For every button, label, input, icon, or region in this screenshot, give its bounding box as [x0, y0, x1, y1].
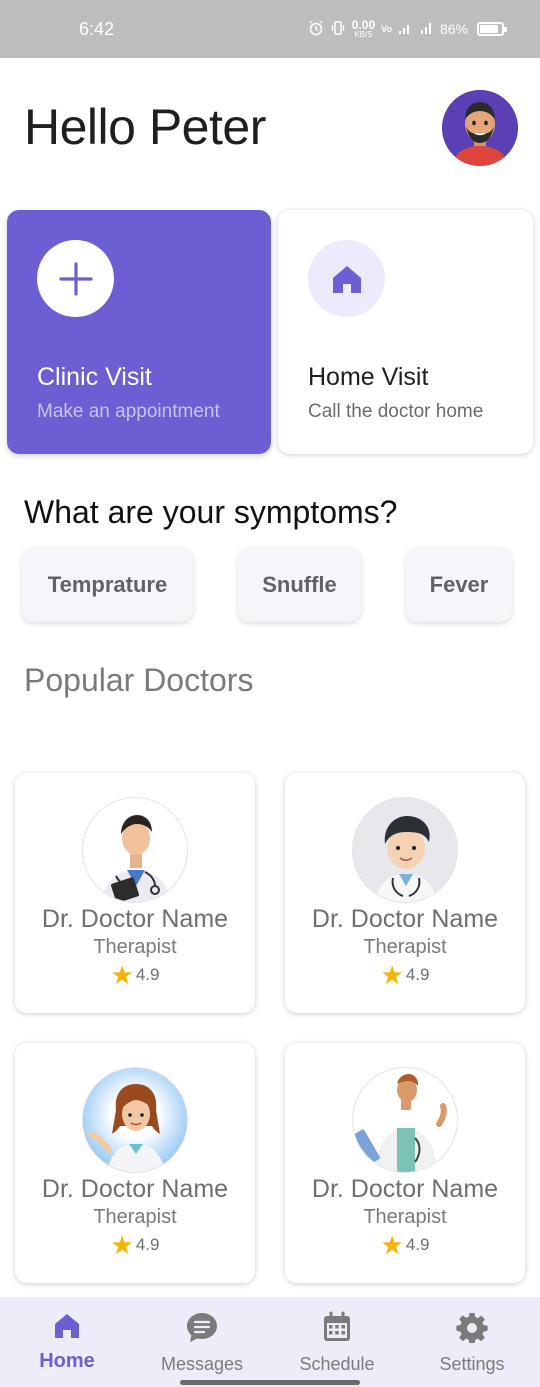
- home-visit-card[interactable]: Home Visit Call the doctor home: [278, 210, 533, 454]
- doctor-rating-value: 4.9: [405, 965, 430, 984]
- doctor-specialty: Therapist: [363, 1206, 447, 1228]
- status-bar: 6:42 0.00 KB/S Vo 86%: [0, 0, 540, 58]
- lte-signal-icon: [418, 21, 434, 37]
- nav-label-home: Home: [39, 1350, 95, 1372]
- battery-icon: [477, 22, 507, 36]
- nav-item-home[interactable]: Home: [12, 1311, 122, 1373]
- nav-item-messages[interactable]: Messages: [147, 1311, 257, 1375]
- doctor-card[interactable]: Dr. Doctor Name Therapist ★ 4.9: [15, 773, 255, 1013]
- calendar-icon: [322, 1311, 352, 1348]
- doctor-rating: ★ 4.9: [15, 1232, 255, 1258]
- gear-icon: [456, 1311, 488, 1348]
- avatar[interactable]: [442, 90, 518, 166]
- doctor-name: Dr. Doctor Name: [311, 905, 499, 933]
- clinic-visit-subtitle: Make an appointment: [37, 401, 220, 422]
- doctor-specialty: Therapist: [363, 936, 447, 958]
- star-icon: ★: [380, 960, 404, 990]
- status-icons: 0.00 KB/S Vo 86%: [308, 19, 507, 39]
- plus-icon: [37, 240, 114, 317]
- doctor-rating-value: 4.9: [405, 1235, 430, 1254]
- doctor-rating-value: 4.9: [135, 1235, 160, 1254]
- doctor-rating: ★ 4.9: [285, 962, 525, 988]
- home-indicator: [180, 1380, 360, 1385]
- doctor-card[interactable]: Dr. Doctor Name Therapist ★ 4.9: [285, 1043, 525, 1283]
- bottom-nav: Home Messages Schedule Settings: [0, 1297, 540, 1387]
- doctor-name: Dr. Doctor Name: [41, 1175, 229, 1203]
- doctor-specialty: Therapist: [93, 936, 177, 958]
- alarm-icon: [308, 20, 324, 38]
- popular-doctors-title: Popular Doctors: [24, 662, 254, 698]
- page-title: Hello Peter: [24, 99, 266, 155]
- doctor-name: Dr. Doctor Name: [311, 1175, 499, 1203]
- doctor-photo: [352, 797, 458, 903]
- doctor-rating-value: 4.9: [135, 965, 160, 984]
- symptom-chip-temperature[interactable]: Temprature: [22, 547, 193, 622]
- nav-item-settings[interactable]: Settings: [417, 1311, 527, 1375]
- clinic-visit-card[interactable]: Clinic Visit Make an appointment: [7, 210, 271, 454]
- symptom-chip-snuffle[interactable]: Snuffle: [238, 547, 361, 622]
- vibrate-icon: [330, 20, 346, 38]
- doctor-specialty: Therapist: [93, 1206, 177, 1228]
- home-visit-title: Home Visit: [308, 363, 429, 391]
- volte-icon: Vo: [381, 23, 392, 34]
- doctor-rating: ★ 4.9: [285, 1232, 525, 1258]
- nav-label-settings: Settings: [439, 1354, 505, 1374]
- doctor-card[interactable]: Dr. Doctor Name Therapist ★ 4.9: [285, 773, 525, 1013]
- star-icon: ★: [110, 960, 134, 990]
- doctor-photo: [352, 1067, 458, 1173]
- doctor-photo: [82, 1067, 188, 1173]
- house-icon: [308, 240, 385, 317]
- chat-icon: [185, 1311, 219, 1348]
- doctor-card[interactable]: Dr. Doctor Name Therapist ★ 4.9: [15, 1043, 255, 1283]
- nav-label-messages: Messages: [160, 1354, 244, 1374]
- clinic-visit-title: Clinic Visit: [37, 363, 152, 391]
- signal-icon: [398, 21, 412, 37]
- doctor-rating: ★ 4.9: [15, 962, 255, 988]
- doctor-name: Dr. Doctor Name: [41, 905, 229, 933]
- net-speed: 0.00 KB/S: [352, 19, 375, 39]
- nav-item-schedule[interactable]: Schedule: [282, 1311, 392, 1375]
- symptom-chip-fever[interactable]: Fever: [406, 547, 512, 622]
- star-icon: ★: [110, 1230, 134, 1260]
- home-visit-subtitle: Call the doctor home: [308, 401, 484, 422]
- battery-percent: 86%: [439, 21, 468, 37]
- status-time: 6:42: [79, 18, 115, 39]
- home-icon: [52, 1311, 82, 1346]
- symptoms-title: What are your symptoms?: [24, 494, 398, 530]
- star-icon: ★: [380, 1230, 404, 1260]
- net-speed-unit: KB/S: [354, 29, 373, 39]
- doctor-photo: [82, 797, 188, 903]
- nav-label-schedule: Schedule: [299, 1354, 375, 1374]
